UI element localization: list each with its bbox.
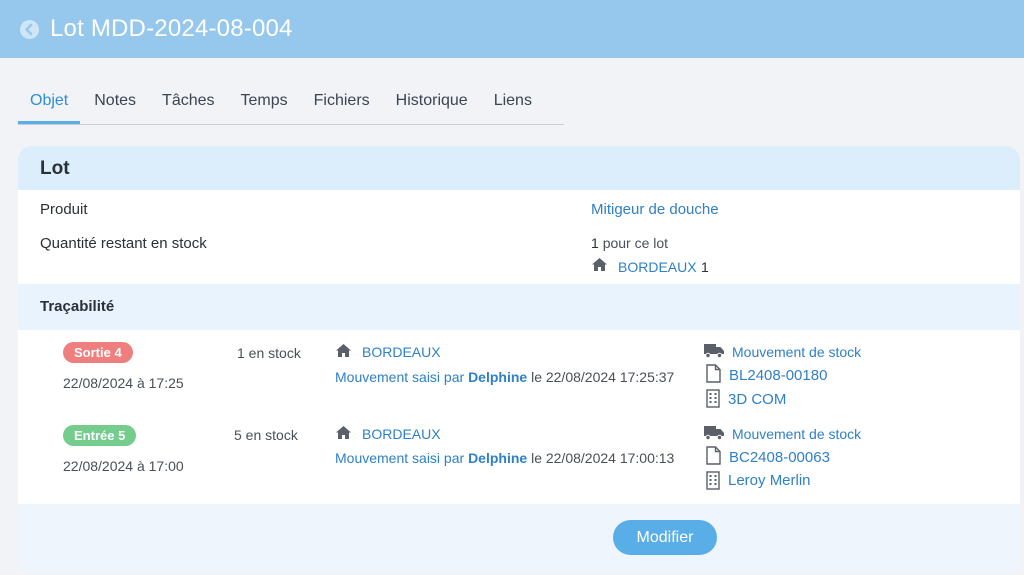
movement-timestamp: le 22/08/2024 17:00:13 [531, 450, 675, 466]
warehouse-link[interactable]: BORDEAUX [362, 426, 441, 442]
tab-objet[interactable]: Objet [18, 82, 81, 124]
home-icon [592, 258, 607, 271]
stock-count: 1 en stock [237, 345, 301, 361]
tab-bar: Objet Notes Tâches Temps Fichiers Histor… [18, 82, 564, 125]
tab-taches[interactable]: Tâches [150, 82, 226, 124]
user-link[interactable]: Delphine [468, 450, 527, 466]
tab-liens[interactable]: Liens [482, 82, 544, 124]
warehouse-qty: 1 [701, 259, 709, 275]
truck-icon [704, 344, 724, 358]
movement-timestamp: le 22/08/2024 17:25:37 [531, 369, 675, 385]
card-footer: Modifier [18, 504, 1020, 573]
stock-movement-link[interactable]: Mouvement de stock [732, 344, 861, 360]
traceability-title: Traçabilité [18, 284, 1020, 330]
warehouse-link[interactable]: BORDEAUX [362, 344, 441, 360]
truck-icon [704, 426, 724, 440]
product-link[interactable]: Mitigeur de douche [591, 201, 719, 218]
movement-prefix: Mouvement saisi par [335, 450, 465, 466]
modify-button[interactable]: Modifier [613, 520, 717, 555]
document-link[interactable]: BL2408-00180 [729, 367, 827, 384]
stock-movement-link[interactable]: Mouvement de stock [732, 426, 861, 442]
status-badge: Entrée 5 [63, 425, 137, 446]
file-icon [706, 364, 721, 383]
tab-temps[interactable]: Temps [229, 82, 300, 124]
qty-number: 1 [591, 235, 599, 251]
movement-info: Mouvement saisi par Delphine le 22/08/20… [335, 450, 674, 466]
company-link[interactable]: 3D COM [728, 391, 786, 408]
company-link[interactable]: Leroy Merlin [728, 472, 811, 489]
back-arrow-icon[interactable] [20, 19, 39, 39]
home-icon [336, 426, 351, 439]
movement-info: Mouvement saisi par Delphine le 22/08/20… [335, 369, 674, 385]
tab-notes[interactable]: Notes [82, 82, 148, 124]
user-link[interactable]: Delphine [468, 369, 527, 385]
page-title: Lot MDD-2024-08-004 [50, 15, 293, 42]
home-icon [336, 344, 351, 357]
stock-count: 5 en stock [234, 427, 298, 443]
file-icon [706, 446, 721, 465]
warehouse-link[interactable]: BORDEAUX [618, 259, 697, 275]
document-link[interactable]: BC2408-00063 [729, 449, 830, 466]
status-badge: Sortie 4 [63, 342, 133, 363]
tab-fichiers[interactable]: Fichiers [302, 82, 382, 124]
qty-suffix: pour ce lot [602, 235, 669, 251]
top-bar: Lot MDD-2024-08-004 [0, 0, 1024, 58]
product-label: Produit [40, 201, 88, 218]
movement-date: 22/08/2024 à 17:00 [63, 458, 184, 474]
building-icon [706, 471, 720, 490]
qty-label: Quantité restant en stock [40, 235, 207, 252]
tab-historique[interactable]: Historique [384, 82, 480, 124]
lot-card: Lot Produit Mitigeur de douche Quantité … [18, 146, 1020, 573]
movement-date: 22/08/2024 à 17:25 [63, 375, 184, 391]
qty-value: 1 pour ce lot [591, 235, 668, 251]
lot-section-title: Lot [18, 146, 1020, 190]
building-icon [706, 389, 720, 408]
movement-prefix: Mouvement saisi par [335, 369, 465, 385]
